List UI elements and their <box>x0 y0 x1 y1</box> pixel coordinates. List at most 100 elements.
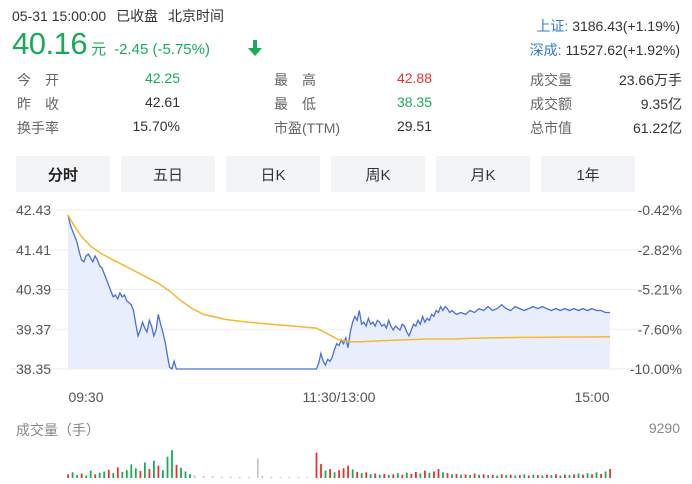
index-name[interactable]: 深成: <box>530 42 562 58</box>
volume-bar <box>130 464 133 478</box>
quote-datetime: 05-31 15:00:00 <box>12 8 107 24</box>
market-status-bar: 05-31 15:00:00 已收盘 北京时间 <box>12 6 230 26</box>
stat-label-low: 最 低 <box>274 96 316 112</box>
volume-bar <box>153 460 155 478</box>
chart-period-tabs: 分时 五日 日K 周K 月K 1年 <box>16 156 646 192</box>
index-name[interactable]: 上证: <box>536 18 568 34</box>
index-row-shenzhen[interactable]: 深成: 11527.62(+1.92%) <box>530 38 680 62</box>
volume-bar <box>509 474 512 478</box>
tab-intraday[interactable]: 分时 <box>16 156 110 192</box>
volume-bar <box>189 474 191 478</box>
volume-bar <box>329 469 331 478</box>
volume-chart[interactable] <box>0 436 692 480</box>
volume-bar <box>270 476 273 478</box>
volume-bar <box>433 471 435 478</box>
stat-row: 今 开 42.25 最 高 42.88 成交量 23.66万手 <box>12 70 682 94</box>
y-tick-label-right: -10.00% <box>630 361 682 377</box>
volume-bar <box>546 474 548 478</box>
price-unit: 元 <box>91 41 107 58</box>
volume-bar <box>202 476 205 478</box>
volume-bar <box>247 477 250 478</box>
volume-bar <box>134 468 137 478</box>
volume-bar <box>193 475 196 478</box>
volume-bar <box>550 475 553 478</box>
volume-bar <box>559 475 562 478</box>
volume-bar <box>482 474 485 478</box>
volume-bar <box>500 474 503 478</box>
volume-bar <box>238 476 241 478</box>
volume-bar <box>229 476 232 478</box>
volume-bar <box>609 469 611 478</box>
index-row-shanghai[interactable]: 上证: 3186.43(+1.19%) <box>530 14 680 38</box>
volume-bar <box>455 473 458 478</box>
stat-label-pe-ttm: 市盈(TTM) <box>274 120 341 136</box>
stat-value-low: 38.35 <box>396 94 432 110</box>
volume-bar <box>410 473 413 478</box>
y-tick-label-left: 38.35 <box>16 361 51 377</box>
volume-bar <box>387 475 390 478</box>
volume-bar <box>568 475 571 478</box>
stat-label-market-cap: 总市值 <box>530 120 572 136</box>
volume-bar <box>80 473 83 478</box>
stat-value-turnover-rate: 15.70% <box>132 118 180 134</box>
tab-weekly-k[interactable]: 周K <box>331 156 425 192</box>
intraday-price-chart[interactable]: 42.43 -0.42% 41.41 -2.82% 40.39 -5.21% 39.37 -7… <box>0 196 692 414</box>
volume-bar <box>469 475 471 478</box>
volume-bar <box>374 473 377 478</box>
tab-monthly-k[interactable]: 月K <box>436 156 530 192</box>
volume-bar <box>532 474 535 478</box>
volume-bar <box>437 469 440 478</box>
volume-bar <box>536 475 539 478</box>
volume-bar <box>347 465 349 478</box>
stat-label-high: 最 高 <box>274 72 316 88</box>
index-value: 11527.62(+1.92%) <box>565 42 680 58</box>
volume-bar <box>121 471 124 478</box>
volume-bar <box>591 474 593 478</box>
volume-bar <box>98 472 101 478</box>
volume-bar <box>112 473 115 478</box>
volume-bar <box>279 477 282 478</box>
tab-one-year[interactable]: 1年 <box>541 156 635 192</box>
volume-bar <box>392 474 395 478</box>
volume-bar <box>333 472 336 478</box>
volume-bar <box>505 475 508 478</box>
stat-value-prev-close: 42.61 <box>144 94 180 110</box>
volume-bar <box>473 473 476 478</box>
tab-five-day[interactable]: 五日 <box>121 156 215 192</box>
volume-bar <box>103 471 106 478</box>
volume-bar <box>360 473 363 478</box>
price-row: 40.16 元 -2.45 (-5.75%) <box>12 26 210 62</box>
volume-bar <box>424 470 426 478</box>
y-tick-label-left: 39.37 <box>16 321 51 337</box>
volume-bar <box>577 473 580 478</box>
volume-bar <box>85 475 88 478</box>
volume-bar <box>595 472 598 478</box>
volume-bar <box>446 473 449 478</box>
y-tick-label-right: -5.21% <box>638 282 682 298</box>
stat-row: 昨 收 42.61 最 低 38.35 成交额 9.35亿 <box>12 94 682 118</box>
volume-bar <box>288 476 291 478</box>
index-value: 3186.43(+1.19%) <box>572 18 680 34</box>
volume-bar <box>586 473 589 478</box>
stat-value-volume: 23.66万手 <box>618 72 682 88</box>
volume-bar <box>324 470 327 478</box>
volume-bar <box>582 474 584 478</box>
volume-bar <box>76 475 78 478</box>
volume-bar <box>356 471 359 478</box>
volume-bar <box>94 474 97 478</box>
current-price: 40.16 <box>12 26 88 61</box>
volume-bar <box>405 472 408 478</box>
volume-bar <box>604 471 607 478</box>
stat-label-open: 今 开 <box>17 72 59 88</box>
stock-stats-grid: 今 开 42.25 最 高 42.88 成交量 23.66万手 昨 收 42.6… <box>12 70 682 142</box>
x-tick-label: 11:30/13:00 <box>303 389 376 405</box>
tab-daily-k[interactable]: 日K <box>226 156 320 192</box>
volume-bar <box>220 476 223 478</box>
volume-bar <box>365 472 368 478</box>
volume-bar <box>116 467 119 478</box>
volume-bar <box>491 474 494 478</box>
x-tick-label: 15:00 <box>574 389 609 405</box>
volume-bar <box>162 470 164 478</box>
volume-bar <box>71 472 74 478</box>
volume-bar <box>315 452 318 478</box>
